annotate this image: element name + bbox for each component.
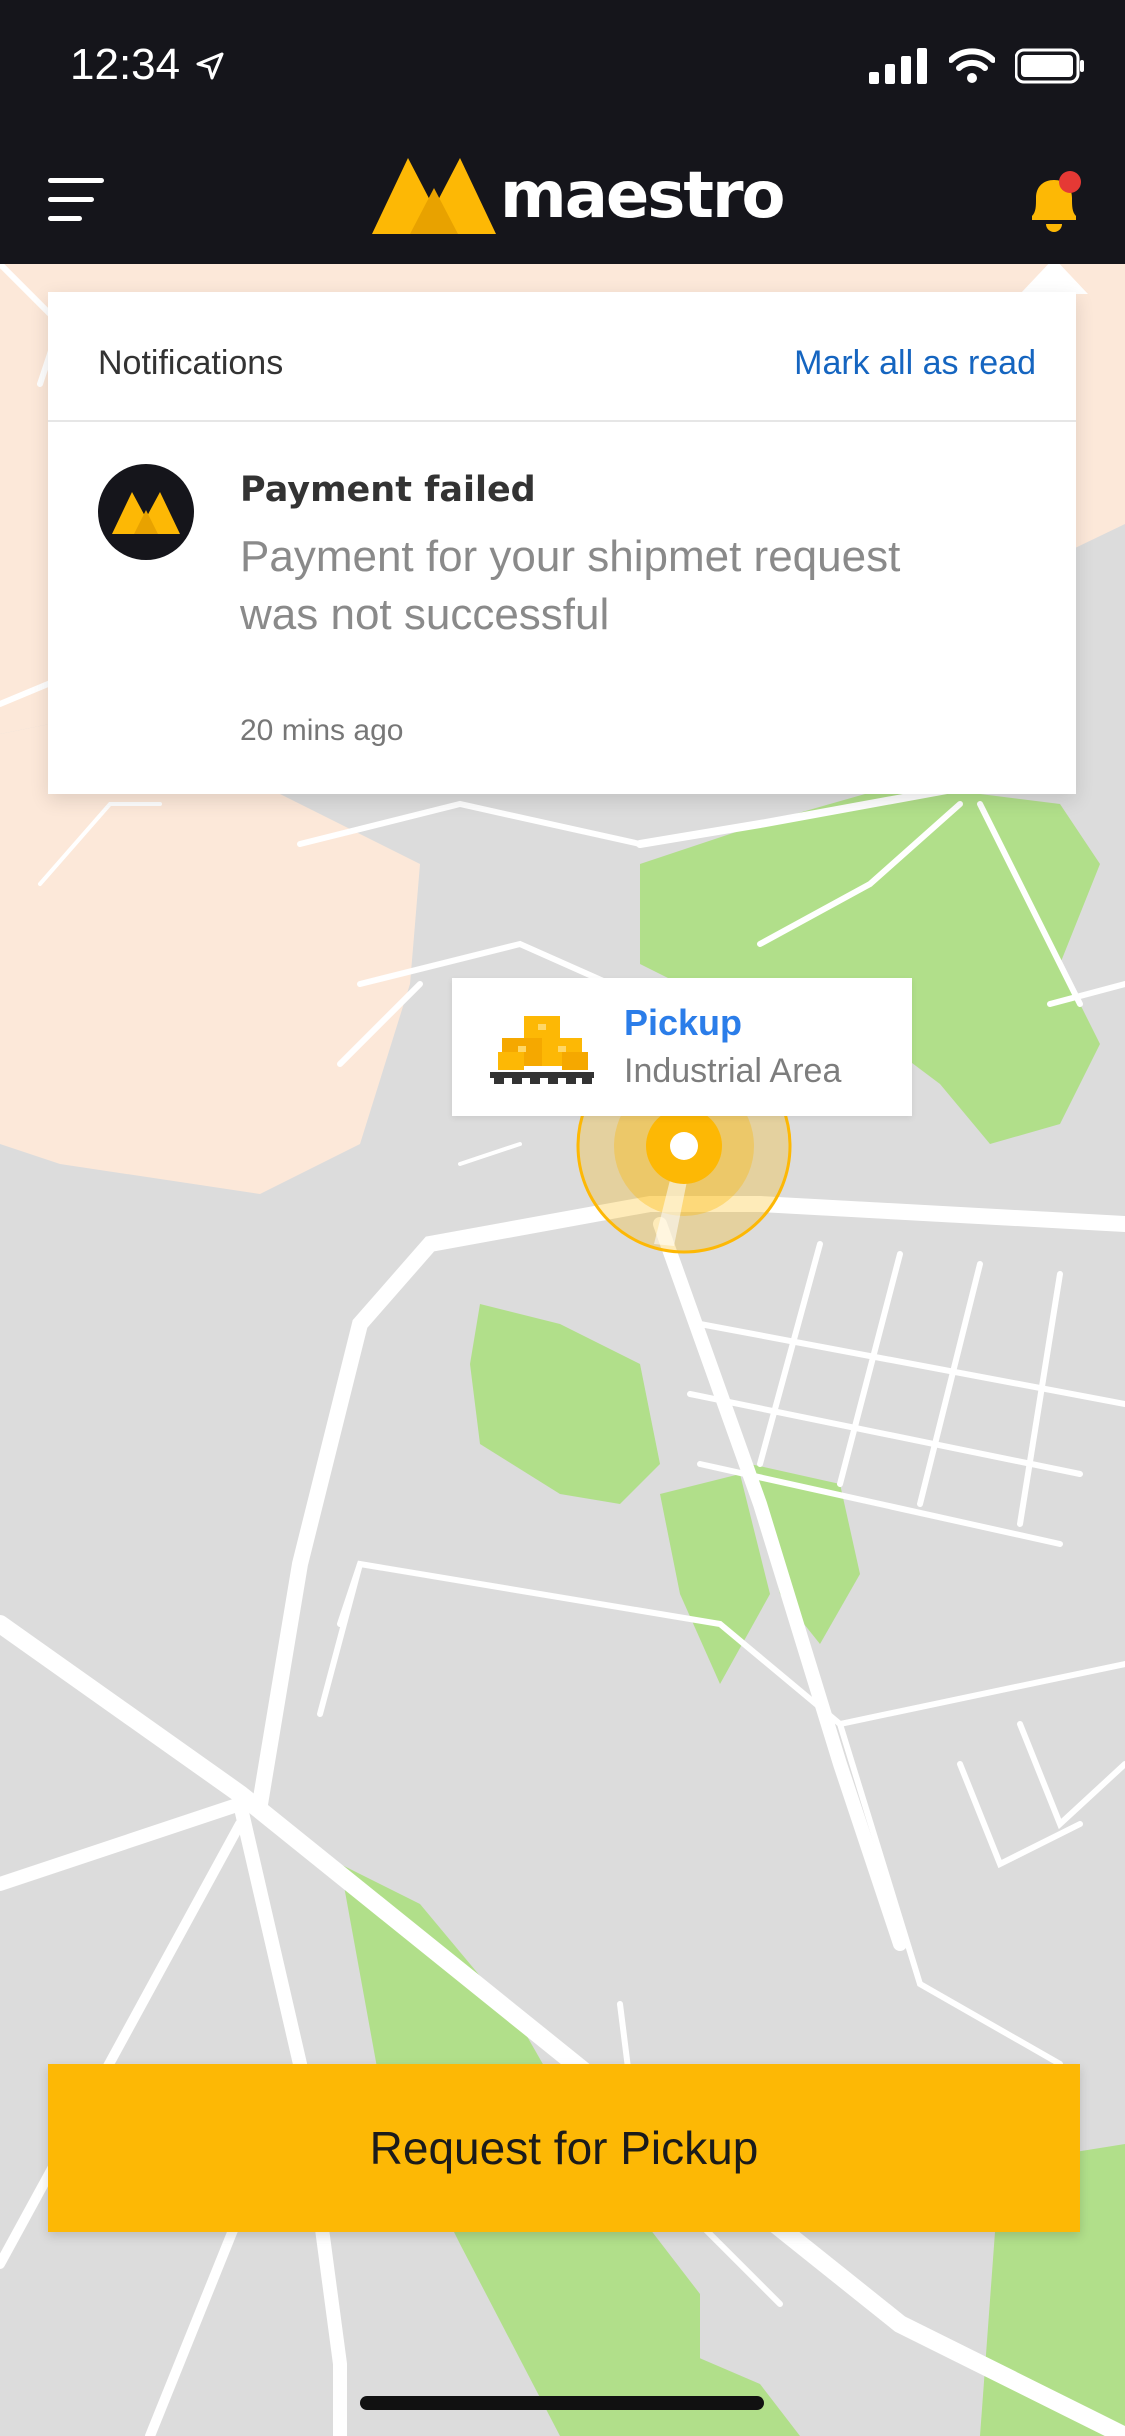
pickup-label: Pickup xyxy=(624,1002,743,1043)
request-pickup-label: Request for Pickup xyxy=(369,2122,759,2174)
packages-icon xyxy=(490,1016,594,1084)
notification-title: Payment failed xyxy=(240,470,536,510)
mark-all-read-link[interactable]: Mark all as read xyxy=(794,344,1036,383)
status-indicators xyxy=(869,44,1085,88)
maestro-logo: maestro xyxy=(372,152,785,240)
menu-icon[interactable] xyxy=(48,178,106,222)
signal-icon xyxy=(869,48,927,84)
home-indicator xyxy=(360,2396,764,2410)
notification-avatar xyxy=(98,464,194,560)
logo-text: maestro xyxy=(500,159,785,233)
notification-time: 20 mins ago xyxy=(240,714,404,747)
location-arrow-icon xyxy=(196,52,224,80)
status-time: 12:34 xyxy=(70,40,181,89)
notification-item[interactable]: Payment failed Payment for your shipmet … xyxy=(48,424,1076,794)
logo-mark-icon xyxy=(112,492,180,534)
notification-dot xyxy=(1059,171,1081,193)
wifi-icon xyxy=(949,48,995,83)
notification-body: Payment for your shipmet request was not… xyxy=(240,532,901,639)
bell-icon[interactable] xyxy=(1024,170,1084,238)
logo-mark-icon xyxy=(372,158,496,234)
pickup-location: Industrial Area xyxy=(624,1052,842,1090)
app-header: 12:34 maestro xyxy=(0,0,1125,264)
notifications-header: Notifications Mark all as read xyxy=(48,292,1076,422)
pickup-card[interactable]: Pickup Industrial Area xyxy=(452,978,912,1116)
notifications-title: Notifications xyxy=(98,344,284,382)
nav-bar: maestro xyxy=(0,140,1125,250)
notifications-panel: Notifications Mark all as read Payment f… xyxy=(48,292,1076,794)
battery-icon xyxy=(1015,48,1084,84)
request-pickup-button[interactable]: Request for Pickup xyxy=(48,2064,1080,2232)
